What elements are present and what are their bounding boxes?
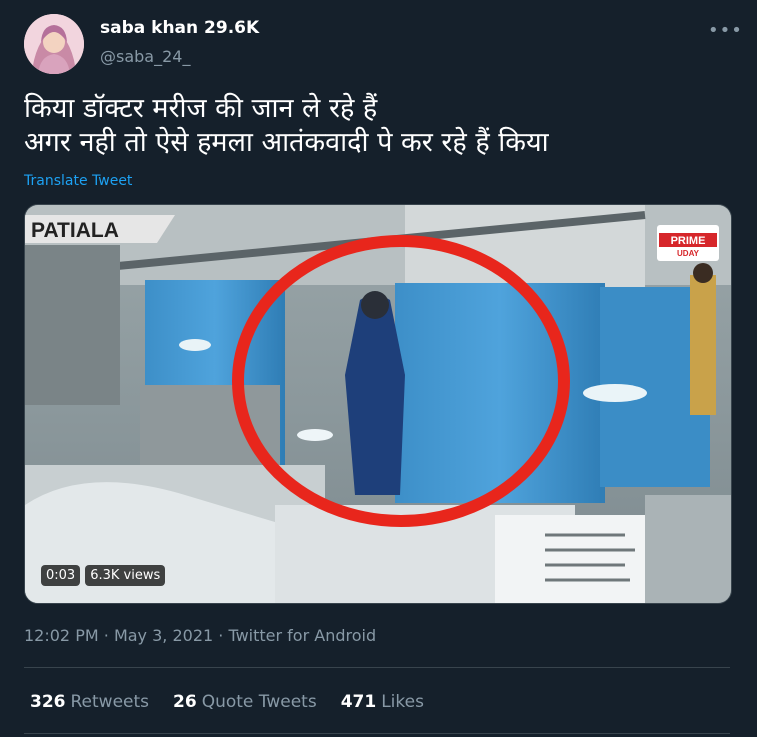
tweet-text-line-1: किया डॉक्टर मरीज की जान ले रहे हैं [24,93,378,124]
quote-tweets-label: Quote Tweets [201,692,317,712]
channel-logo-text-1: PRIME [671,235,706,247]
video-duration: 0:03 [41,565,81,586]
retweets-count: 326 [30,692,66,712]
likes-count: 471 [340,692,377,712]
meta-separator-1: · [103,626,109,645]
tweet-stats: 326 Retweets 26 Quote Tweets 471 Likes [30,692,448,712]
location-overlay: PATIALA [31,219,119,242]
tweet-meta: 12:02 PM · May 3, 2021 · Twitter for And… [24,626,376,645]
quote-tweets-count: 26 [173,692,197,712]
video-player[interactable]: PATIALA PRIME UDAY 0:03 6.3K views [24,204,732,604]
divider [24,733,730,734]
likes-label: Likes [381,692,424,712]
meta-separator-2: · [218,626,224,645]
translate-tweet-link[interactable]: Translate Tweet [24,173,132,189]
divider [24,667,730,668]
tweet-text: किया डॉक्टर मरीज की जान ले रहे हैं अगर न… [24,92,724,160]
retweets-stat[interactable]: 326 Retweets [30,692,149,712]
quote-tweets-stat[interactable]: 26 Quote Tweets [173,692,317,712]
channel-logo-text-2: UDAY [677,249,700,258]
avatar[interactable] [24,14,84,74]
video-frame: PATIALA PRIME UDAY [25,205,731,603]
author-handle[interactable]: @saba_24_ [100,47,190,66]
tweet-date[interactable]: May 3, 2021 [114,626,213,645]
tweet-time[interactable]: 12:02 PM [24,626,99,645]
likes-stat[interactable]: 471 Likes [341,692,424,712]
author-display-name[interactable]: saba khan 29.6K [100,18,259,38]
retweets-label: Retweets [70,692,150,712]
video-badge: 0:03 6.3K views [41,565,166,586]
tweet-source[interactable]: Twitter for Android [228,626,376,645]
more-options-icon[interactable]: ••• [708,20,743,41]
avatar-image [24,14,84,74]
tweet-text-line-2: अगर नही तो ऐसे हमला आतंकवादी पे कर रहे ह… [24,127,549,158]
video-views: 6.3K views [85,565,166,586]
